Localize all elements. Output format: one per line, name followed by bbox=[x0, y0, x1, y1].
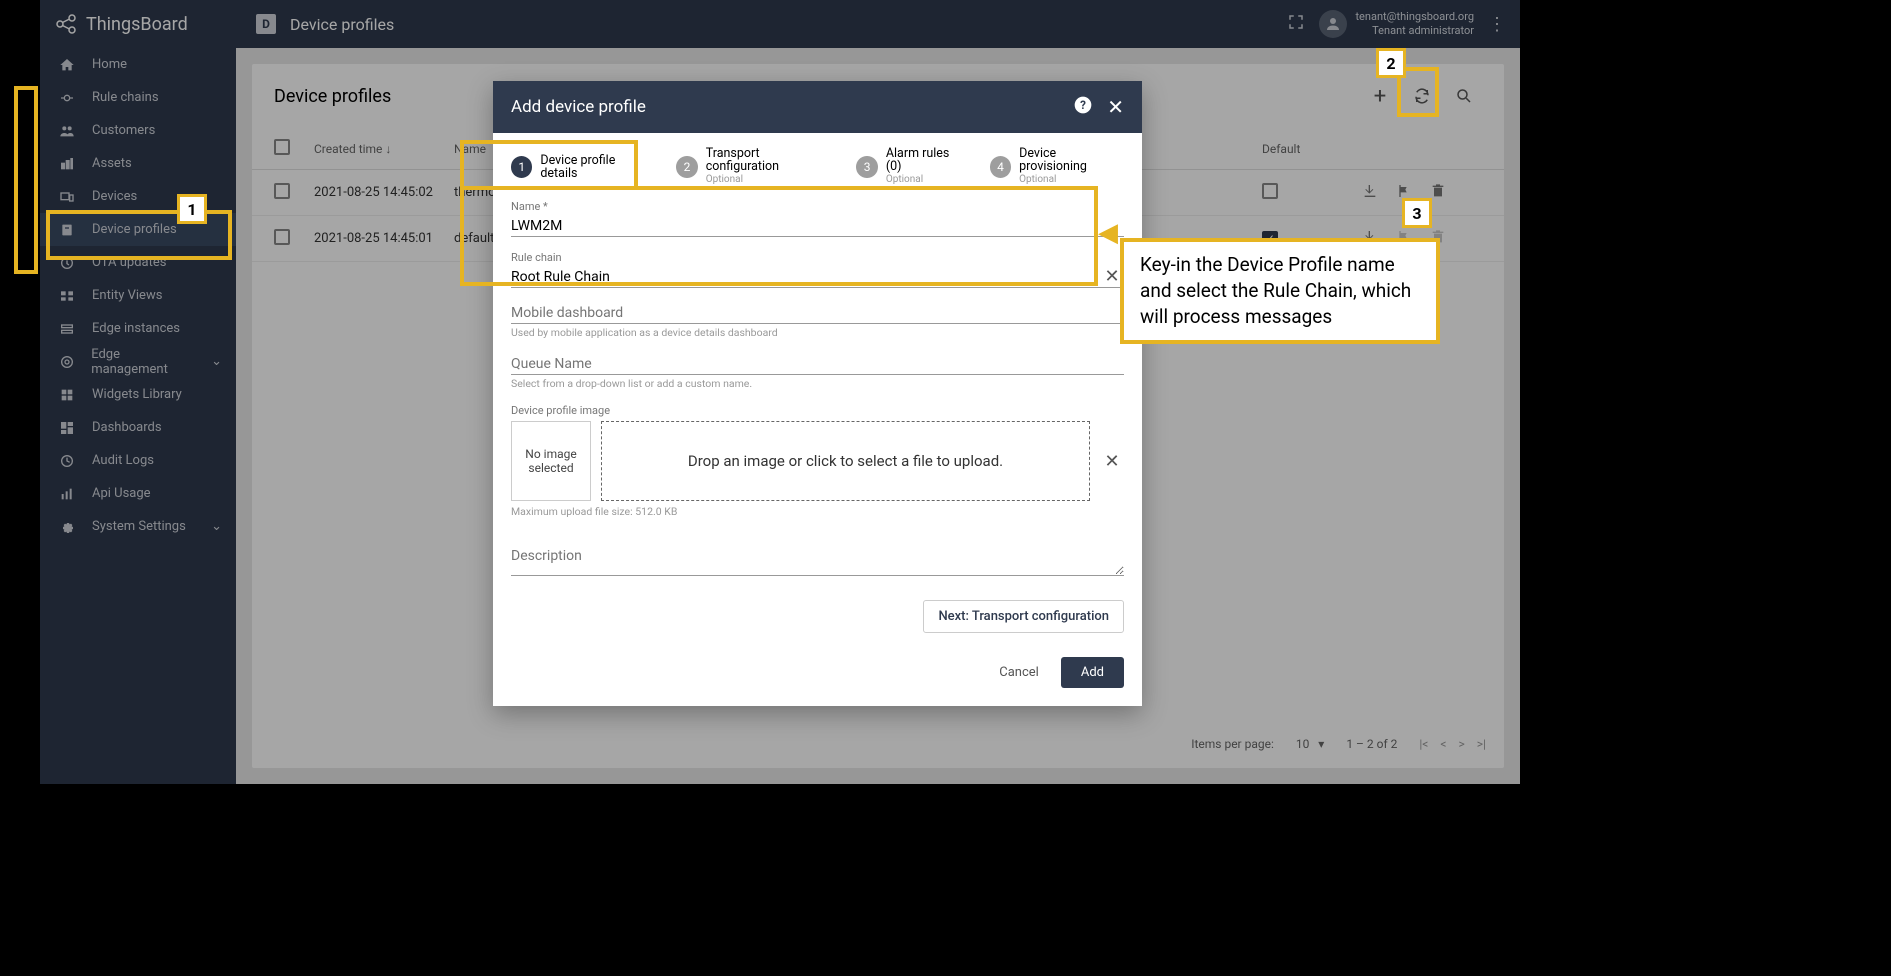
add-button[interactable]: Add bbox=[1061, 657, 1124, 688]
stepper: 1Device profile details 2Transport confi… bbox=[493, 133, 1142, 196]
step-1[interactable]: 1Device profile details bbox=[511, 154, 652, 180]
mobile-dashboard-input[interactable] bbox=[511, 303, 1124, 324]
image-max-helper: Maximum upload file size: 512.0 KB bbox=[511, 505, 1124, 518]
annotation-number-1: 1 bbox=[177, 194, 207, 224]
annotation-box-side bbox=[14, 86, 38, 274]
queue-name-helper: Select from a drop-down list or add a cu… bbox=[511, 377, 1124, 390]
step-label: Transport configuration bbox=[706, 146, 779, 174]
step-label: Device profile details bbox=[540, 153, 615, 181]
annotation-callout: Key-in the Device Profile name and selec… bbox=[1120, 238, 1440, 344]
cancel-button[interactable]: Cancel bbox=[985, 657, 1053, 688]
step-2[interactable]: 2Transport configurationOptional bbox=[676, 147, 832, 186]
annotation-number-2: 2 bbox=[1376, 48, 1406, 78]
dialog-title: Add device profile bbox=[511, 97, 646, 117]
queue-name-input[interactable] bbox=[511, 354, 1124, 375]
step-3[interactable]: 3Alarm rules (0)Optional bbox=[856, 147, 965, 186]
rulechain-field-label: Rule chain bbox=[511, 251, 1124, 264]
close-icon[interactable]: ✕ bbox=[1107, 95, 1124, 120]
next-button[interactable]: Next: Transport configuration bbox=[923, 600, 1124, 633]
annotation-arrow-icon: ◀ bbox=[1098, 218, 1118, 248]
svg-text:?: ? bbox=[1080, 98, 1086, 112]
add-device-profile-dialog: Add device profile ? ✕ 1Device profile d… bbox=[493, 81, 1142, 706]
rulechain-input[interactable] bbox=[511, 267, 1100, 287]
name-input[interactable] bbox=[511, 216, 1124, 237]
step-label: Device provisioning bbox=[1019, 146, 1087, 174]
no-image-box: No image selected bbox=[511, 421, 591, 501]
image-dropzone[interactable]: Drop an image or click to select a file … bbox=[601, 421, 1090, 501]
annotation-number-3: 3 bbox=[1402, 198, 1432, 228]
clear-image-icon[interactable]: ✕ bbox=[1100, 421, 1124, 501]
help-icon[interactable]: ? bbox=[1073, 95, 1093, 120]
step-4[interactable]: 4Device provisioningOptional bbox=[990, 147, 1124, 186]
dialog-header: Add device profile ? ✕ bbox=[493, 81, 1142, 133]
name-field-label: Name * bbox=[511, 200, 1124, 213]
image-section-label: Device profile image bbox=[511, 404, 1124, 417]
description-input[interactable] bbox=[511, 546, 1124, 576]
app-frame: ThingsBoard Home Rule chains Customers A… bbox=[40, 0, 1520, 784]
step-label: Alarm rules (0) bbox=[886, 146, 950, 174]
mobile-dashboard-helper: Used by mobile application as a device d… bbox=[511, 326, 1124, 339]
